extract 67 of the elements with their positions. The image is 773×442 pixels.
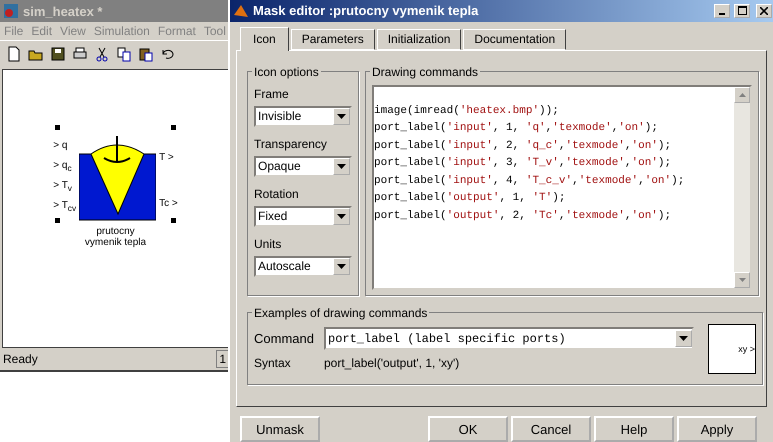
selection-handle[interactable] (55, 125, 60, 130)
maximize-button[interactable] (734, 4, 750, 18)
code-line: port_label('input', 3, 'T_v','texmode','on'); (374, 157, 672, 172)
group-title: Drawing commands (371, 64, 480, 79)
dialog-button[interactable]: OK (428, 416, 508, 442)
code-editor[interactable] (372, 84, 752, 290)
dropdown[interactable]: Fixed (254, 206, 352, 227)
dropdown[interactable]: Invisible (254, 106, 352, 127)
selection-handle[interactable] (170, 125, 176, 130)
new-document-icon[interactable] (6, 46, 22, 62)
minimize-button[interactable] (714, 4, 730, 18)
caret-icon (337, 164, 346, 169)
minimize-icon (719, 12, 725, 15)
dialog-button[interactable]: Unmask (240, 416, 320, 442)
tab[interactable]: Parameters (290, 28, 375, 50)
code-line: port_label('input', 2, 'q_c','texmode','on'); (374, 140, 672, 154)
input-port-label: > T$_{v}$ (53, 180, 73, 195)
dialog-button[interactable]: Help (594, 416, 674, 442)
app-icon (3, 3, 19, 19)
status-text: Ready (3, 352, 38, 366)
preview-port-label: xy > (738, 344, 755, 354)
scroll-up-icon (738, 92, 746, 97)
field-label: Units (254, 236, 282, 251)
field-label: Transparency (254, 136, 328, 151)
copy-icon[interactable] (116, 46, 132, 62)
app-icon (233, 2, 249, 19)
field-label: Command (254, 331, 315, 346)
dropdown[interactable]: Opaque (254, 156, 352, 177)
syntax-text: port_label('output', 1, 'xy') (324, 356, 460, 370)
dialog-title: Mask editor :prutocny vymenik tepla (253, 3, 480, 18)
close-button[interactable] (756, 4, 772, 18)
code-line: port_label('output', 2, 'Tc','texmode','on'); (374, 210, 672, 224)
group-title: Icon options (253, 64, 320, 79)
caret-icon (337, 264, 346, 269)
selection-handle[interactable] (55, 218, 60, 223)
input-port-label: > q$_{c}$ (53, 160, 73, 175)
field-label: Syntax (254, 356, 292, 370)
code-line: image(imread('heatex.bmp')); (374, 104, 560, 119)
input-port-label: > q (53, 140, 68, 153)
code-line: port_label('output', 1, 'T'); (374, 192, 566, 206)
scrollbar[interactable] (734, 86, 750, 288)
tab[interactable]: Documentation (463, 28, 566, 50)
block-label: prutocny vymenik tepla (84, 226, 148, 248)
close-icon (760, 6, 768, 15)
scissors-icon[interactable] (94, 46, 110, 62)
tab[interactable]: Initialization (376, 28, 462, 50)
field-label: Rotation (254, 186, 300, 201)
field-label: Frame (254, 86, 290, 101)
caret-icon (337, 214, 346, 219)
dialog-button[interactable]: Apply (677, 416, 757, 442)
paste-icon[interactable] (138, 46, 154, 62)
dropdown[interactable]: Autoscale (254, 256, 352, 277)
selection-handle[interactable] (170, 218, 176, 223)
tab[interactable]: Icon (240, 26, 289, 51)
code-line: port_label('input', 4, 'T_c_v','texmode','on'); (374, 174, 686, 189)
caret-icon (679, 336, 688, 342)
command-dropdown[interactable]: port_label (label specific ports) (324, 327, 694, 350)
group-title: Examples of drawing commands (253, 306, 428, 320)
window-title: sim_heatex * (23, 4, 104, 18)
dialog-button[interactable]: Cancel (511, 416, 591, 442)
scroll-down-icon (738, 278, 746, 282)
input-port-label: > T$_{cv}$ (53, 200, 76, 215)
output-port-label: Tc > (159, 198, 178, 211)
caret-icon (337, 114, 346, 119)
code-line: port_label('input', 1, 'q','texmode','on'); (374, 122, 659, 136)
output-port-label: T > (159, 152, 175, 165)
maximize-icon (738, 6, 746, 16)
